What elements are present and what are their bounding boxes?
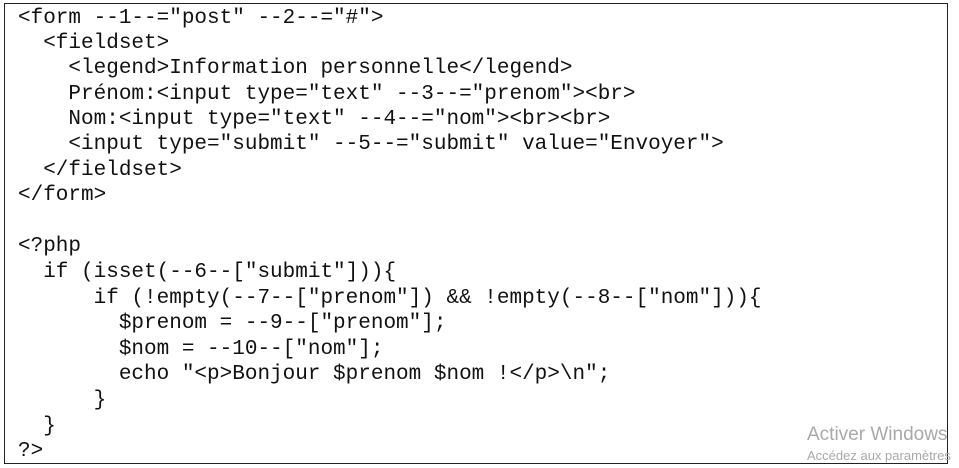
code-line-5: Nom:<input type="text" --4--="nom"><br><… — [18, 108, 611, 131]
code-line-17: } — [18, 415, 56, 438]
activate-windows-title: Activer Windows — [807, 424, 948, 445]
activate-windows-subtitle: Accédez aux paramètres — [807, 448, 951, 463]
code-line-15: echo "<p>Bonjour $prenom $nom !</p>\n"; — [18, 363, 611, 386]
code-line-16: } — [18, 389, 107, 412]
code-line-1: <form --1--="post" --2--="#"> — [18, 7, 384, 30]
code-line-4: Prénom:<input type="text" --3--="prenom"… — [18, 83, 636, 106]
code-line-7: </fieldset> — [18, 159, 182, 182]
code-block: <form --1--="post" --2--="#"> <fieldset>… — [4, 3, 948, 464]
code-line-18: ?> — [18, 440, 44, 463]
code-line-8: </form> — [18, 184, 107, 207]
code-line-10: <?php — [18, 235, 82, 258]
code-line-14: $nom = --10--["nom"]; — [18, 338, 384, 361]
code-line-12: if (!empty(--7--["prenom"]) && !empty(--… — [18, 287, 762, 310]
code-line-2: <fieldset> — [18, 32, 170, 55]
code-line-6: <input type="submit" --5--="submit" valu… — [18, 133, 724, 156]
code-line-13: $prenom = --9--["prenom"]; — [18, 312, 447, 335]
code-line-3: <legend>Information personnelle</legend> — [18, 57, 573, 80]
code-line-11: if (isset(--6--["submit"])){ — [18, 261, 397, 284]
